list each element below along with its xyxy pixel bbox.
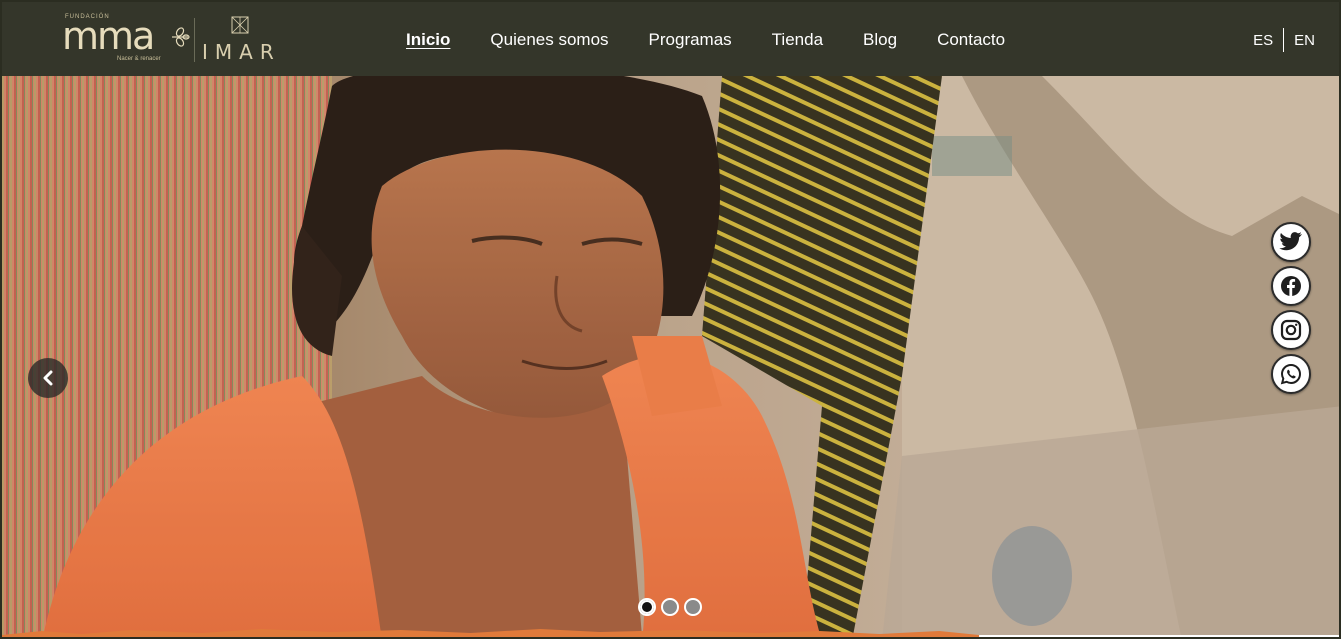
whatsapp-icon [1280, 363, 1302, 385]
leaf-icon [172, 27, 190, 47]
instagram-icon [1280, 319, 1302, 341]
nav-item-tienda[interactable]: Tienda [772, 30, 823, 54]
carousel-indicators [638, 598, 707, 616]
carousel-prev-button[interactable] [28, 358, 68, 398]
hero-photo [2, 76, 1339, 637]
twitter-button[interactable] [1271, 222, 1311, 262]
social-links [1271, 222, 1311, 398]
hero-carousel [2, 76, 1339, 637]
carousel-dot-3[interactable] [684, 598, 702, 616]
instagram-button[interactable] [1271, 310, 1311, 350]
whatsapp-button[interactable] [1271, 354, 1311, 394]
imar-mark-icon [231, 16, 249, 34]
logo-tagline: Nacer & renacer [117, 56, 161, 62]
chevron-left-icon [43, 370, 53, 386]
nav-item-quienes-somos[interactable]: Quienes somos [490, 30, 608, 54]
carousel-dot-2[interactable] [661, 598, 679, 616]
logo-divider [194, 18, 195, 62]
facebook-button[interactable] [1271, 266, 1311, 306]
page-frame: FUNDACIÓN mma Nacer & renacer IMAR Inici… [0, 0, 1341, 639]
facebook-icon [1281, 276, 1301, 296]
logo-mma-text: mma [62, 14, 155, 58]
nav-item-inicio[interactable]: Inicio [406, 30, 450, 54]
torn-orange-edge [2, 629, 1339, 637]
twitter-icon [1279, 232, 1302, 251]
language-switcher: ES EN [1253, 28, 1315, 52]
main-nav: Inicio Quienes somos Programas Tienda Bl… [406, 30, 1045, 54]
nav-item-blog[interactable]: Blog [863, 30, 897, 54]
logo-imar-text: IMAR [202, 40, 281, 64]
nav-item-programas[interactable]: Programas [649, 30, 732, 54]
language-divider [1283, 28, 1285, 52]
language-en[interactable]: EN [1294, 32, 1315, 49]
carousel-dot-1[interactable] [638, 598, 656, 616]
language-es[interactable]: ES [1253, 32, 1273, 49]
site-logo[interactable]: FUNDACIÓN mma Nacer & renacer IMAR [62, 12, 282, 68]
site-header: FUNDACIÓN mma Nacer & renacer IMAR Inici… [2, 2, 1339, 76]
nav-item-contacto[interactable]: Contacto [937, 30, 1005, 54]
